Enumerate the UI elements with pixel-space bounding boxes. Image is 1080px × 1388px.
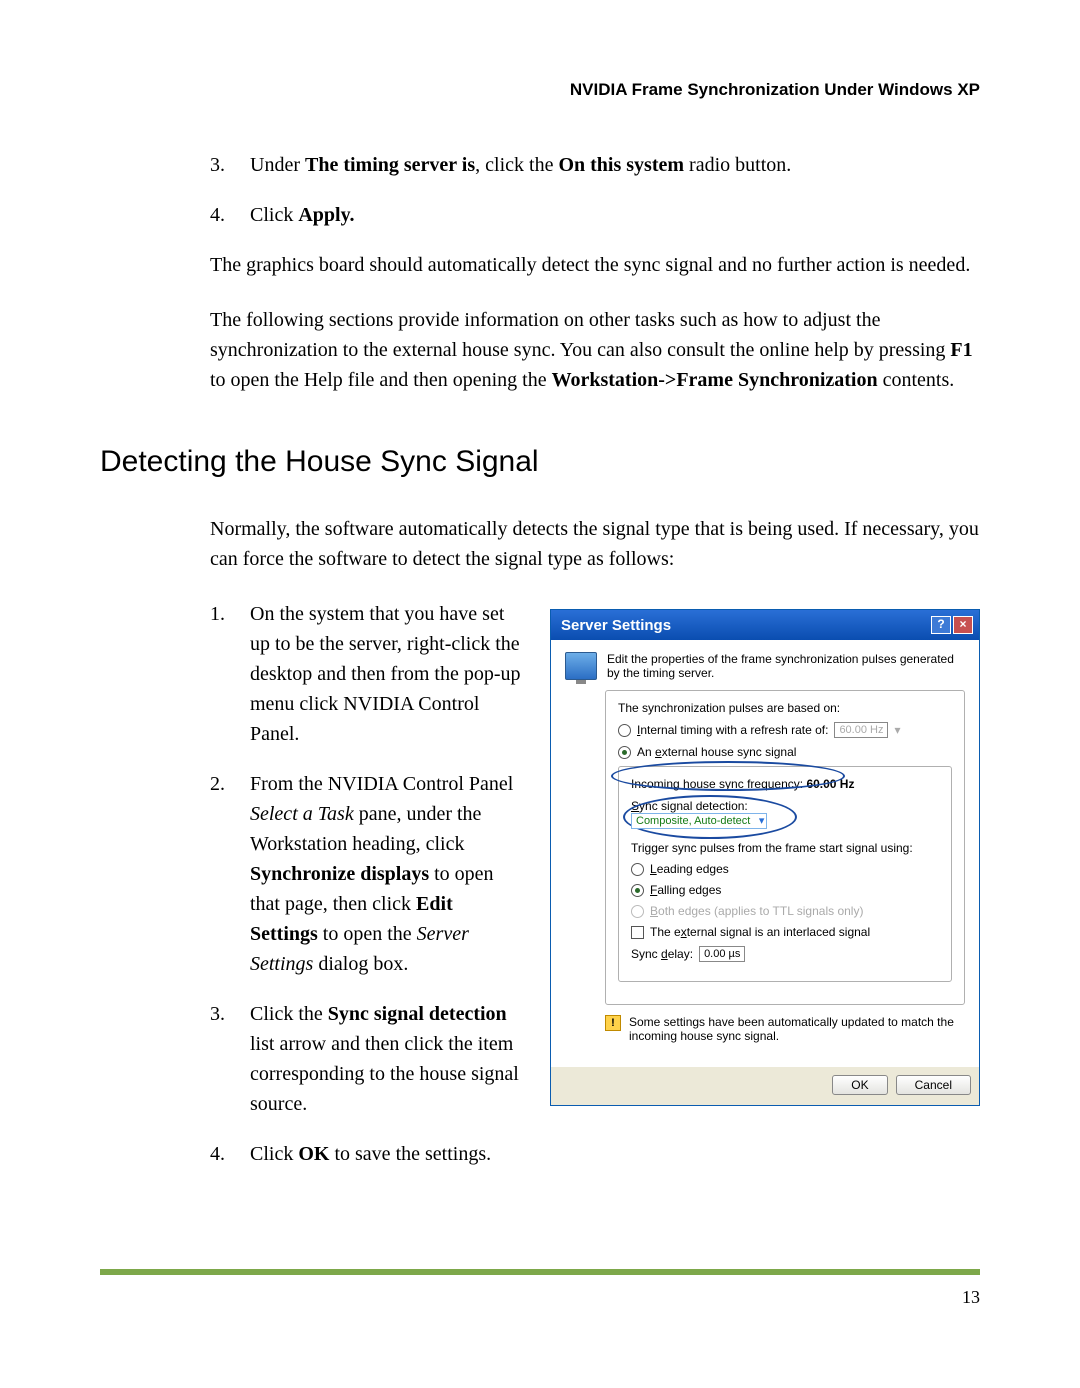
radio-icon[interactable]: [631, 863, 644, 876]
list-number: 4.: [210, 1139, 250, 1169]
step-4-top: 4. Click Apply.: [210, 200, 980, 230]
radio-internal-label: IInternal timing with a refresh rate of:…: [637, 723, 828, 737]
radio-both-row: Both edges (applies to TTL signals only)…: [631, 904, 939, 918]
step-3-top: 3. Under The timing server is, click the…: [210, 150, 980, 180]
warning-row: ! Some settings have been automatically …: [605, 1015, 965, 1043]
both-label: Both edges (applies to TTL signals only): [650, 904, 863, 918]
radio-internal-row[interactable]: IInternal timing with a refresh rate of:…: [618, 722, 952, 738]
list-text: On the system that you have set up to be…: [250, 599, 525, 749]
page-number: 13: [962, 1287, 980, 1307]
list-number: 3.: [210, 999, 250, 1119]
list-text: Click Apply.: [250, 200, 980, 230]
list-text: From the NVIDIA Control Panel Select a T…: [250, 769, 525, 979]
help-icon[interactable]: ?: [931, 616, 951, 634]
step-1: 1. On the system that you have set up to…: [210, 599, 525, 749]
cancel-button[interactable]: Cancel: [896, 1075, 971, 1095]
pulses-fieldset: The synchronization pulses are based on:…: [605, 690, 965, 1005]
refresh-rate-field: 60.00 Hz: [834, 722, 888, 738]
trigger-label: Trigger sync pulses from the frame start…: [631, 841, 939, 855]
list-number: 1.: [210, 599, 250, 749]
list-text: Click the Sync signal detection list arr…: [250, 999, 525, 1119]
paragraph: The following sections provide informati…: [210, 305, 980, 395]
section-heading: Detecting the House Sync Signal: [100, 445, 980, 479]
dialog-titlebar: Server Settings ? ×: [551, 610, 979, 640]
page-header: NVIDIA Frame Synchronization Under Windo…: [100, 80, 980, 100]
sync-delay-label: Sync delay:: [631, 947, 693, 961]
radio-leading-row[interactable]: Leading edges Leading edges: [631, 862, 939, 876]
pulses-label: The synchronization pulses are based on:: [618, 701, 952, 715]
radio-falling-row[interactable]: Falling edges Falling edges: [631, 883, 939, 897]
monitor-icon: [565, 652, 597, 680]
list-number: 3.: [210, 150, 250, 180]
checkbox-icon[interactable]: [631, 926, 644, 939]
radio-external-label: An external house sync signal: [637, 745, 796, 759]
list-text: Click OK to save the settings.: [250, 1139, 525, 1169]
interlaced-row[interactable]: The external signal is an interlaced sig…: [631, 925, 939, 939]
radio-icon: [631, 905, 644, 918]
dialog-intro: Edit the properties of the frame synchro…: [607, 652, 965, 680]
step-2: 2. From the NVIDIA Control Panel Select …: [210, 769, 525, 979]
step-4: 4. Click OK to save the settings.: [210, 1139, 525, 1169]
sync-detect-label: Sync signal detection:: [631, 799, 939, 813]
freq-label: Incoming house sync frequency: 60.00 Hz: [631, 777, 939, 791]
falling-label: Falling edges: [650, 883, 721, 897]
chevron-down-icon: ▾: [894, 723, 900, 737]
close-icon[interactable]: ×: [953, 616, 973, 634]
list-text: Under The timing server is, click the On…: [250, 150, 980, 180]
dialog-title: Server Settings: [561, 617, 671, 634]
warning-text: Some settings have been automatically up…: [629, 1015, 965, 1043]
sync-delay-field[interactable]: 0.00 µs: [699, 946, 745, 962]
radio-external-row[interactable]: An external house sync signal An externa…: [618, 745, 952, 759]
radio-icon[interactable]: [618, 746, 631, 759]
house-sync-group: Incoming house sync frequency: 60.00 Hz …: [618, 766, 952, 982]
list-number: 2.: [210, 769, 250, 979]
server-settings-dialog: Server Settings ? × Edit the properties …: [550, 609, 980, 1106]
list-number: 4.: [210, 200, 250, 230]
paragraph: The graphics board should automatically …: [210, 250, 980, 280]
warning-icon: !: [605, 1015, 621, 1031]
step-3: 3. Click the Sync signal detection list …: [210, 999, 525, 1119]
radio-icon[interactable]: [631, 884, 644, 897]
sync-delay-row: Sync delay: Sync delay: 0.00 µs: [631, 946, 939, 962]
radio-icon[interactable]: [618, 724, 631, 737]
leading-label: Leading edges: [650, 862, 729, 876]
interlaced-label: The external signal is an interlaced sig…: [650, 925, 870, 939]
ok-button[interactable]: OK: [832, 1075, 887, 1095]
page-footer: 13: [100, 1269, 980, 1308]
paragraph: Normally, the software automatically det…: [210, 514, 980, 574]
sync-detect-dropdown[interactable]: Composite, Auto-detect: [631, 813, 767, 829]
